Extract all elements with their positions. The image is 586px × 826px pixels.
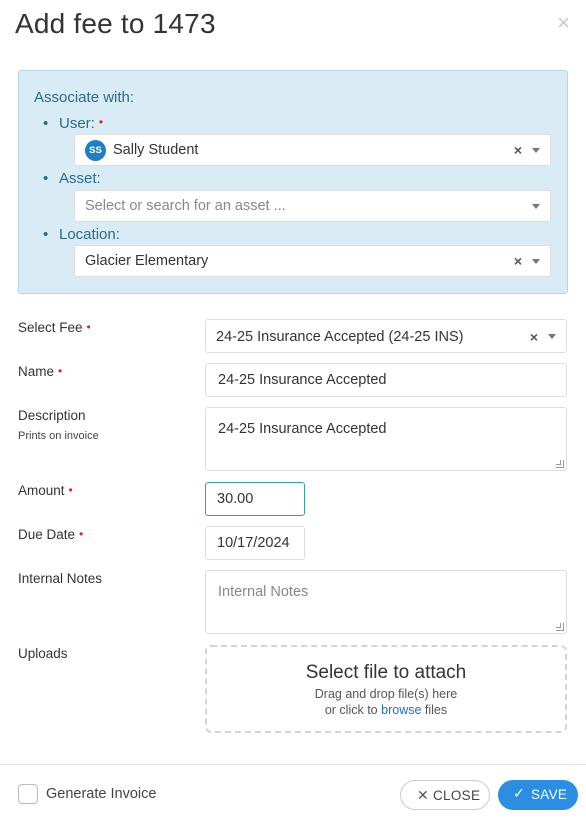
name-label: Name bbox=[18, 364, 55, 379]
add-fee-dialog: Add fee to 1473 × Associate with: • User… bbox=[0, 0, 586, 826]
description-textarea[interactable]: 24-25 Insurance Accepted bbox=[205, 407, 567, 471]
close-icon: ✕ bbox=[417, 787, 429, 803]
user-label: User: bbox=[59, 115, 95, 132]
asset-label-row: • Asset: bbox=[43, 170, 101, 187]
asset-select[interactable]: Select or search for an asset ... bbox=[74, 190, 551, 222]
description-sublabel: Prints on invoice bbox=[18, 430, 99, 442]
resize-handle[interactable] bbox=[556, 623, 564, 631]
user-label-row: • User: • bbox=[43, 115, 104, 132]
resize-handle[interactable] bbox=[556, 460, 564, 468]
location-label-row: • Location: bbox=[43, 226, 120, 243]
clear-user-icon[interactable]: × bbox=[514, 142, 522, 158]
chevron-down-icon[interactable] bbox=[548, 334, 556, 339]
clear-location-icon[interactable]: × bbox=[514, 253, 522, 269]
due-date-label-row: Due Date • bbox=[18, 527, 83, 542]
location-label: Location: bbox=[59, 226, 120, 243]
required-indicator: • bbox=[98, 115, 104, 129]
bullet-icon: • bbox=[43, 170, 49, 187]
dialog-title: Add fee to 1473 bbox=[15, 8, 216, 39]
required-indicator: • bbox=[79, 527, 84, 541]
avatar: SS bbox=[85, 140, 106, 161]
location-select[interactable]: Glacier Elementary × bbox=[74, 245, 551, 277]
due-date-label: Due Date bbox=[18, 527, 76, 542]
bullet-icon: • bbox=[43, 115, 49, 132]
select-fee-select[interactable]: 24-25 Insurance Accepted (24-25 INS) × bbox=[205, 319, 567, 353]
amount-label-row: Amount • bbox=[18, 483, 73, 498]
save-button-label: SAVE bbox=[531, 787, 568, 802]
name-input[interactable]: 24-25 Insurance Accepted bbox=[205, 363, 567, 397]
user-select-value: Sally Student bbox=[113, 142, 199, 158]
description-label: Description bbox=[18, 408, 86, 423]
dropzone-prefix: or click to bbox=[324, 703, 378, 717]
dropzone-suffix: files bbox=[424, 703, 448, 717]
chevron-down-icon[interactable] bbox=[532, 148, 540, 153]
select-fee-label-row: Select Fee • bbox=[18, 320, 91, 335]
file-dropzone[interactable]: Select file to attach Drag and drop file… bbox=[205, 645, 567, 733]
uploads-label: Uploads bbox=[18, 646, 68, 661]
generate-invoice-checkbox[interactable] bbox=[18, 784, 38, 804]
asset-select-placeholder: Select or search for an asset ... bbox=[85, 198, 286, 214]
required-indicator: • bbox=[86, 320, 91, 334]
description-value: 24-25 Insurance Accepted bbox=[218, 421, 387, 437]
due-date-input[interactable]: 10/17/2024 bbox=[205, 526, 305, 560]
dropzone-browse-line: or click to browse files bbox=[207, 703, 565, 717]
associate-heading: Associate with: bbox=[34, 89, 135, 106]
internal-notes-textarea[interactable]: Internal Notes bbox=[205, 570, 567, 634]
name-label-row: Name • bbox=[18, 364, 62, 379]
required-indicator: • bbox=[58, 364, 63, 378]
bullet-icon: • bbox=[43, 226, 49, 243]
close-button-label: CLOSE bbox=[433, 788, 481, 803]
chevron-down-icon[interactable] bbox=[532, 259, 540, 264]
save-button[interactable]: ✓ SAVE bbox=[498, 780, 578, 810]
check-icon: ✓ bbox=[513, 785, 525, 801]
close-dialog-icon[interactable]: × bbox=[557, 12, 570, 34]
chevron-down-icon[interactable] bbox=[532, 204, 540, 209]
asset-label: Asset: bbox=[59, 170, 101, 187]
amount-input[interactable]: 30.00 bbox=[205, 482, 305, 516]
select-fee-value: 24-25 Insurance Accepted (24-25 INS) bbox=[216, 329, 464, 345]
footer-divider bbox=[0, 764, 586, 765]
browse-link[interactable]: browse bbox=[381, 703, 421, 717]
clear-fee-icon[interactable]: × bbox=[530, 329, 538, 345]
dropzone-title: Select file to attach bbox=[305, 662, 467, 683]
required-indicator: • bbox=[68, 483, 73, 497]
internal-notes-label: Internal Notes bbox=[18, 571, 103, 586]
location-select-value: Glacier Elementary bbox=[85, 253, 209, 269]
user-select[interactable]: SS Sally Student × bbox=[74, 134, 551, 166]
select-fee-label: Select Fee bbox=[18, 320, 83, 335]
internal-notes-placeholder: Internal Notes bbox=[218, 584, 309, 600]
associate-panel: Associate with: • User: • SS Sally Studen… bbox=[18, 70, 568, 294]
amount-label: Amount bbox=[18, 483, 65, 498]
close-button[interactable]: ✕ CLOSE bbox=[400, 780, 490, 810]
generate-invoice-label[interactable]: Generate Invoice bbox=[46, 786, 156, 802]
dropzone-hint: Drag and drop file(s) here bbox=[314, 687, 458, 701]
